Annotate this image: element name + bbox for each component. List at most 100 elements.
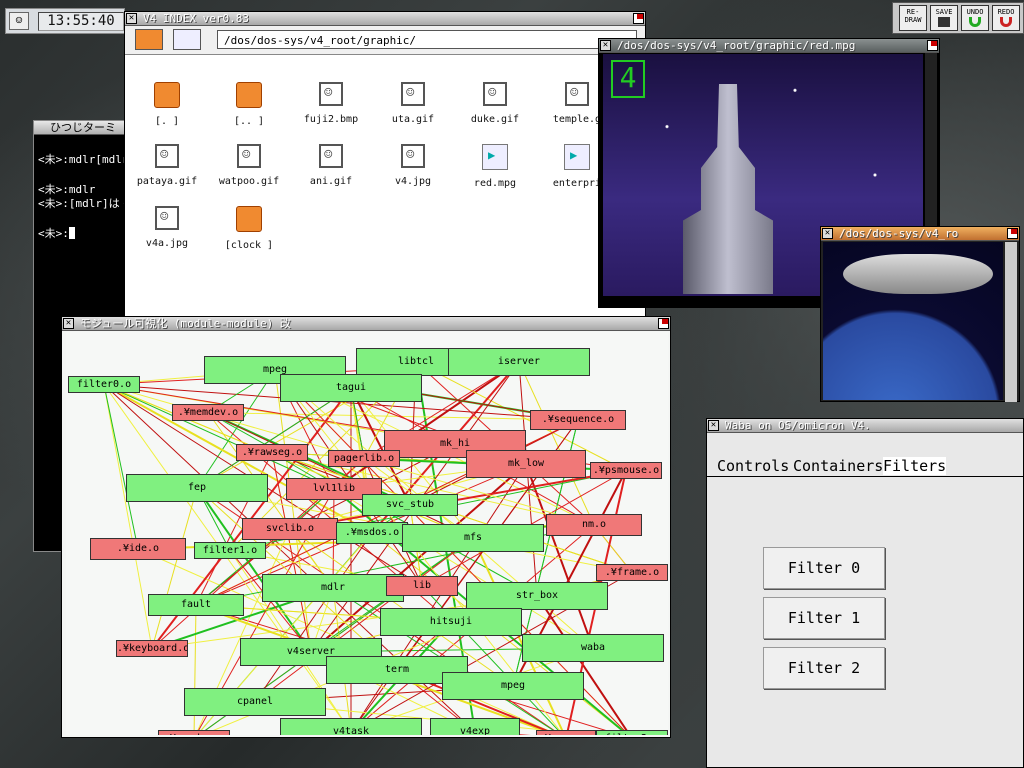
file-name: duke.gif xyxy=(470,114,520,125)
close-icon[interactable]: ✕ xyxy=(63,318,74,329)
module-node[interactable]: .¥rawseg.o xyxy=(236,444,308,461)
image-scrollbar[interactable] xyxy=(1005,242,1017,402)
maximize-icon[interactable] xyxy=(927,40,938,51)
module-node[interactable]: .¥ide.o xyxy=(90,538,186,560)
clock-widget: ☺ 13:55:40 xyxy=(5,8,125,34)
file-manager-title: V4 INDEX ver0.83 xyxy=(143,12,249,25)
close-icon[interactable]: ✕ xyxy=(822,228,833,239)
tab-controls[interactable]: Controls xyxy=(717,457,789,475)
file-item[interactable]: [.. ] xyxy=(209,82,289,127)
module-node[interactable]: fep xyxy=(126,474,268,502)
module-visualizer-titlebar[interactable]: ✕ モジュール可視化 (module-module) 改 xyxy=(62,317,670,331)
maximize-icon[interactable] xyxy=(633,13,644,24)
module-node[interactable]: tagui xyxy=(280,374,422,402)
image-viewer-window[interactable]: ✕ /dos/dos-sys/v4_ro xyxy=(820,226,1020,402)
file-item[interactable]: fuji2.bmp xyxy=(291,82,371,125)
starship-image xyxy=(843,254,993,294)
filter-1-button[interactable]: Filter 1 xyxy=(763,597,885,639)
image-file-icon xyxy=(155,144,179,168)
maximize-icon[interactable] xyxy=(1007,228,1018,239)
module-node[interactable]: svc_stub xyxy=(362,494,458,516)
module-node[interactable]: mk_low xyxy=(466,450,586,478)
module-node[interactable]: .¥msdos.o xyxy=(336,522,408,544)
close-icon[interactable]: ✕ xyxy=(708,420,719,431)
close-icon[interactable]: ✕ xyxy=(600,40,611,51)
filter-0-button[interactable]: Filter 0 xyxy=(763,547,885,589)
file-item[interactable]: [. ] xyxy=(127,82,207,127)
view-mode-button[interactable] xyxy=(173,29,201,50)
module-node[interactable]: v4exp xyxy=(430,718,520,735)
file-item[interactable]: red.mpg xyxy=(455,144,535,189)
module-node[interactable]: lib xyxy=(386,576,458,596)
file-item[interactable]: duke.gif xyxy=(455,82,535,125)
module-visualizer-title: モジュール可視化 (module-module) 改 xyxy=(80,317,291,330)
module-node[interactable]: mfs xyxy=(402,524,544,552)
module-node[interactable]: mdlr xyxy=(262,574,404,602)
movie-icon xyxy=(482,144,508,170)
image-file-icon xyxy=(401,82,425,106)
redraw-button[interactable]: RE-DRAW xyxy=(899,5,927,31)
close-icon[interactable]: ✕ xyxy=(126,13,137,24)
folder-icon xyxy=(154,82,180,108)
module-node[interactable]: filter0.o xyxy=(68,376,140,393)
module-node[interactable]: pagerlib.o xyxy=(328,450,400,467)
image-viewer-titlebar[interactable]: ✕ /dos/dos-sys/v4_ro xyxy=(821,227,1019,241)
maximize-icon[interactable] xyxy=(658,318,669,329)
file-manager-titlebar[interactable]: ✕ V4 INDEX ver0.83 xyxy=(125,12,645,26)
file-item[interactable]: watpoo.gif xyxy=(209,144,289,187)
video-titlebar[interactable]: ✕ /dos/dos-sys/v4_root/graphic/red.mpg xyxy=(599,39,939,53)
file-name: v4a.jpg xyxy=(145,238,189,249)
image-file-icon xyxy=(483,82,507,106)
module-node[interactable]: .¥random.o xyxy=(158,730,230,735)
image-file-icon xyxy=(319,144,343,168)
path-field[interactable]: /dos/dos-sys/v4_root/graphic/ xyxy=(217,30,637,49)
tab-containers[interactable]: Containers xyxy=(793,457,883,475)
file-item[interactable]: uta.gif xyxy=(373,82,453,125)
module-node[interactable]: cpanel xyxy=(184,688,326,716)
module-node[interactable]: svclib.o xyxy=(242,518,338,540)
module-node[interactable]: filter1.o xyxy=(194,542,266,559)
module-node[interactable]: .¥sequence.o xyxy=(530,410,626,430)
terminal-prompt[interactable]: <未>: xyxy=(38,225,75,241)
module-node[interactable]: .¥psmouse.o xyxy=(590,462,662,479)
waba-window[interactable]: ✕ Waba on OS/omicron V4. Controls Contai… xyxy=(706,418,1024,768)
file-item[interactable]: pataya.gif xyxy=(127,144,207,187)
module-node[interactable]: filter2.o xyxy=(596,730,668,735)
file-manager-window[interactable]: ✕ V4 INDEX ver0.83 /dos/dos-sys/v4_root/… xyxy=(124,11,646,321)
module-node[interactable]: .¥keyboard.o xyxy=(116,640,188,657)
undo-button[interactable]: UNDO xyxy=(961,5,989,31)
file-item[interactable]: ani.gif xyxy=(291,144,371,187)
module-node[interactable]: hitsuji xyxy=(380,608,522,636)
module-node[interactable]: nm.o xyxy=(546,514,642,536)
file-item[interactable]: [clock ] xyxy=(209,206,289,251)
folder-icon xyxy=(236,82,262,108)
file-name: uta.gif xyxy=(391,114,435,125)
module-node[interactable]: .¥frame.o xyxy=(596,564,668,581)
clock-time: 13:55:40 xyxy=(38,12,124,31)
image-file-icon xyxy=(237,144,261,168)
module-node[interactable]: .¥memdev.o xyxy=(172,404,244,421)
earth-image xyxy=(823,242,1003,400)
file-item[interactable]: v4.jpg xyxy=(373,144,453,187)
parent-folder-button[interactable] xyxy=(135,29,163,50)
module-node[interactable]: mpeg xyxy=(442,672,584,700)
module-node[interactable]: str_box xyxy=(466,582,608,610)
undo-label: UNDO xyxy=(966,8,984,16)
terminal-titlebar[interactable]: ひつじターミ xyxy=(34,121,129,135)
file-item[interactable]: v4a.jpg xyxy=(127,206,207,249)
sheep-icon[interactable]: ☺ xyxy=(9,12,29,30)
module-node[interactable]: waba xyxy=(522,634,664,662)
module-node[interactable]: fault xyxy=(148,594,244,616)
module-node[interactable]: .¥rawseg. xyxy=(536,730,596,735)
redo-label: REDO xyxy=(997,8,1015,16)
tab-filters[interactable]: Filters xyxy=(883,457,947,475)
file-name: [. ] xyxy=(154,116,180,127)
save-button[interactable]: SAVE xyxy=(930,5,958,31)
module-visualizer-window[interactable]: ✕ モジュール可視化 (module-module) 改 mpeg libtcl i… xyxy=(61,316,671,738)
image-file-icon xyxy=(155,206,179,230)
module-node[interactable]: iserver xyxy=(448,348,590,376)
waba-titlebar[interactable]: ✕ Waba on OS/omicron V4. xyxy=(707,419,1023,433)
redo-button[interactable]: REDO xyxy=(992,5,1020,31)
filter-2-button[interactable]: Filter 2 xyxy=(763,647,885,689)
module-node[interactable]: v4task xyxy=(280,718,422,735)
